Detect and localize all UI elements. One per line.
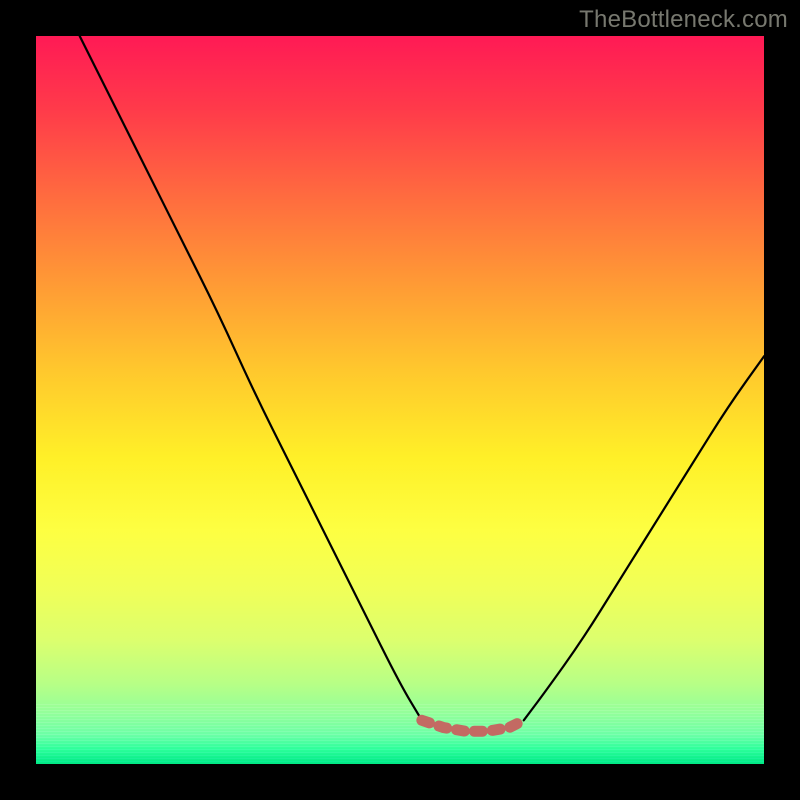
chart-canvas: TheBottleneck.com [0,0,800,800]
right-curve-path [524,356,764,720]
plot-area [36,36,764,764]
valley-flat-path [422,720,524,731]
curve-layer [36,36,764,764]
watermark-text: TheBottleneck.com [579,6,788,34]
left-curve-path [80,36,422,720]
